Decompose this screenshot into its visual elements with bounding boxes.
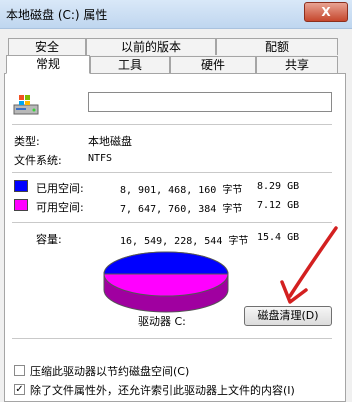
hard-drive-icon [13, 95, 39, 115]
tab-tools[interactable]: 工具 [90, 56, 170, 73]
disk-usage-pie [103, 251, 229, 313]
used-space-size: 8.29 GB [257, 181, 300, 192]
volume-name-input[interactable] [88, 92, 332, 112]
annotation-arrow-icon [280, 226, 338, 304]
capacity-label: 容量: [36, 233, 62, 246]
free-space-label: 可用空间: [36, 201, 84, 214]
filesystem-label: 文件系统: [14, 154, 62, 167]
filesystem-value: NTFS [88, 153, 113, 164]
separator-3 [12, 222, 332, 223]
close-button[interactable]: X [304, 2, 348, 22]
free-space-swatch [14, 199, 28, 211]
capacity-bytes: 16, 549, 228, 544 字节 [120, 236, 249, 247]
index-label: 除了文件属性外，还允许索引此驱动器上文件的内容(I) [30, 384, 295, 397]
type-value: 本地磁盘 [88, 135, 132, 148]
tab-hardware[interactable]: 硬件 [170, 56, 256, 73]
free-space-bytes: 7, 647, 760, 384 字节 [120, 204, 243, 215]
tab-sharing[interactable]: 共享 [256, 56, 338, 73]
used-space-bytes: 8, 901, 468, 160 字节 [120, 185, 243, 196]
title-bar: 本地磁盘 (C:) 属性 X [0, 0, 352, 29]
compress-checkbox[interactable] [14, 365, 25, 376]
index-checkbox[interactable]: ✓ [14, 384, 25, 395]
separator-1 [12, 124, 332, 125]
compress-label: 压缩此驱动器以节约磁盘空间(C) [30, 365, 190, 378]
type-label: 类型: [14, 135, 40, 148]
separator-2 [12, 172, 332, 173]
pie-used-slice [103, 251, 229, 275]
separator-4 [12, 338, 332, 339]
tab-quota[interactable]: 配额 [216, 38, 338, 55]
tab-general[interactable]: 常规 [6, 55, 90, 74]
used-space-label: 已用空间: [36, 182, 84, 195]
tab-security[interactable]: 安全 [8, 38, 86, 55]
window-title: 本地磁盘 (C:) 属性 [6, 8, 108, 22]
free-space-size: 7.12 GB [257, 200, 300, 211]
disk-cleanup-button[interactable]: 磁盘清理(D) [244, 306, 332, 326]
used-space-swatch [14, 180, 28, 192]
tab-previous-versions[interactable]: 以前的版本 [86, 38, 216, 55]
drive-label: 驱动器 C: [138, 315, 186, 328]
